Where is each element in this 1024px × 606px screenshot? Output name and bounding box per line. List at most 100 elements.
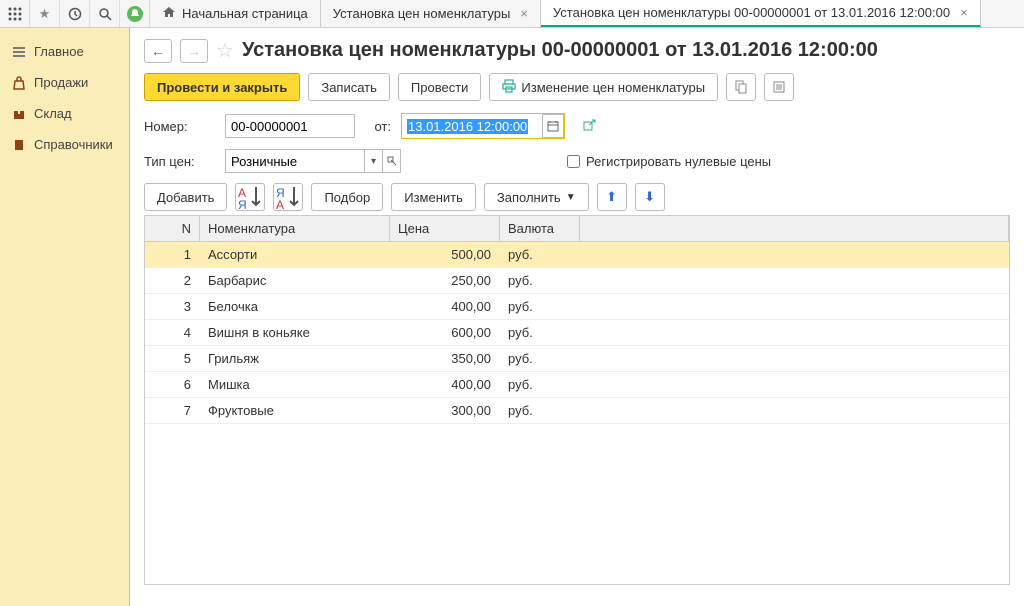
date-input[interactable]: 13.01.2016 12:00:00 (402, 114, 542, 138)
number-input[interactable] (225, 114, 355, 138)
external-icon (583, 119, 597, 133)
cell-name: Барбарис (200, 268, 390, 293)
move-up-button[interactable]: ⬆ (597, 183, 627, 211)
favorite-star-icon[interactable]: ☆ (216, 38, 234, 63)
tab-price-setting[interactable]: Установка цен номенклатуры × (321, 0, 541, 27)
close-icon[interactable]: × (520, 6, 528, 21)
table-row[interactable]: 4Вишня в коньяке600,00руб. (145, 320, 1009, 346)
cell-name: Белочка (200, 294, 390, 319)
close-icon[interactable]: × (960, 5, 968, 20)
table-row[interactable]: 6Мишка400,00руб. (145, 372, 1009, 398)
cell-spacer (580, 242, 1009, 267)
apps-icon[interactable] (0, 0, 30, 27)
sort-asc-icon: АЯ (236, 183, 264, 211)
dropdown-button[interactable]: ▾ (365, 149, 383, 173)
forward-button[interactable]: → (180, 39, 208, 63)
edit-button[interactable]: Изменить (391, 183, 476, 211)
cell-price: 400,00 (390, 294, 500, 319)
cell-currency: руб. (500, 398, 580, 423)
cell-currency: руб. (500, 372, 580, 397)
cell-currency: руб. (500, 294, 580, 319)
save-button[interactable]: Записать (308, 73, 390, 101)
sidebar-item-refs[interactable]: Справочники (0, 129, 129, 160)
calendar-icon (547, 120, 559, 132)
cell-spacer (580, 268, 1009, 293)
fill-button[interactable]: Заполнить ▼ (484, 183, 589, 211)
number-label: Номер: (144, 119, 219, 134)
svg-text:Я: Я (238, 198, 247, 211)
history-icon[interactable] (60, 0, 90, 27)
menu-icon (12, 45, 26, 59)
sidebar-item-sales[interactable]: Продажи (0, 67, 129, 98)
cell-price: 250,00 (390, 268, 500, 293)
tab-price-setting-doc[interactable]: Установка цен номенклатуры 00-00000001 о… (541, 0, 981, 27)
book-icon (12, 138, 26, 152)
table-row[interactable]: 3Белочка400,00руб. (145, 294, 1009, 320)
cell-n: 1 (145, 242, 200, 267)
change-prices-button[interactable]: Изменение цен номенклатуры (489, 73, 718, 101)
date-field-wrap: 13.01.2016 12:00:00 (401, 113, 565, 139)
document-icon (734, 80, 748, 94)
cell-currency: руб. (500, 268, 580, 293)
calendar-button[interactable] (542, 114, 564, 138)
cell-price: 500,00 (390, 242, 500, 267)
top-toolbar: ★ Начальная страница Установка цен номен… (0, 0, 1024, 28)
list-button[interactable] (764, 73, 794, 101)
post-button[interactable]: Провести (398, 73, 482, 101)
zero-prices-checkbox[interactable] (567, 155, 580, 168)
tab-label: Установка цен номенклатуры (333, 6, 511, 21)
printer-icon (502, 79, 516, 96)
table-row[interactable]: 5Грильяж350,00руб. (145, 346, 1009, 372)
table-row[interactable]: 1Ассорти500,00руб. (145, 242, 1009, 268)
report-button[interactable] (726, 73, 756, 101)
add-row-button[interactable]: Добавить (144, 183, 227, 211)
sidebar-label: Продажи (34, 75, 88, 90)
tab-label: Установка цен номенклатуры 00-00000001 о… (553, 5, 950, 20)
cell-currency: руб. (500, 320, 580, 345)
sidebar-item-main[interactable]: Главное (0, 36, 129, 67)
cell-n: 7 (145, 398, 200, 423)
cell-spacer (580, 398, 1009, 423)
sort-desc-icon: ЯА (274, 183, 302, 211)
back-button[interactable]: ← (144, 39, 172, 63)
cell-spacer (580, 372, 1009, 397)
zero-prices-label: Регистрировать нулевые цены (586, 154, 771, 169)
cell-n: 3 (145, 294, 200, 319)
open-ref-button[interactable] (383, 149, 401, 173)
search-icon[interactable] (90, 0, 120, 27)
sidebar-item-stock[interactable]: Склад (0, 98, 129, 129)
cell-price: 600,00 (390, 320, 500, 345)
col-item[interactable]: Номенклатура (200, 216, 390, 241)
pick-button[interactable]: Подбор (311, 183, 383, 211)
change-prices-label: Изменение цен номенклатуры (521, 80, 705, 95)
star-icon[interactable]: ★ (30, 0, 60, 27)
table-row[interactable]: 7Фруктовые300,00руб. (145, 398, 1009, 424)
col-currency[interactable]: Валюта (500, 216, 580, 241)
bag-icon (12, 76, 26, 90)
tab-home[interactable]: Начальная страница (150, 0, 321, 27)
external-button[interactable] (579, 114, 601, 138)
table-row[interactable]: 2Барбарис250,00руб. (145, 268, 1009, 294)
cell-spacer (580, 346, 1009, 371)
cell-n: 6 (145, 372, 200, 397)
grid-header: N Номенклатура Цена Валюта (145, 216, 1009, 242)
sidebar-label: Главное (34, 44, 84, 59)
cell-name: Грильяж (200, 346, 390, 371)
price-type-select[interactable] (225, 149, 365, 173)
move-down-button[interactable]: ⬇ (635, 183, 665, 211)
sort-asc-button[interactable]: АЯ (235, 183, 265, 211)
col-n[interactable]: N (145, 216, 200, 241)
sort-desc-button[interactable]: ЯА (273, 183, 303, 211)
open-icon (387, 156, 397, 166)
sidebar: Главное Продажи Склад Справочники (0, 28, 130, 606)
arrow-up-icon: ⬆ (606, 189, 617, 205)
col-price[interactable]: Цена (390, 216, 500, 241)
price-type-label: Тип цен: (144, 154, 219, 169)
grid-body: 1Ассорти500,00руб.2Барбарис250,00руб.3Бе… (145, 242, 1009, 424)
cell-name: Мишка (200, 372, 390, 397)
sidebar-label: Склад (34, 106, 72, 121)
notifications-icon[interactable] (120, 0, 150, 27)
cell-currency: руб. (500, 242, 580, 267)
post-and-close-button[interactable]: Провести и закрыть (144, 73, 300, 101)
cell-n: 2 (145, 268, 200, 293)
